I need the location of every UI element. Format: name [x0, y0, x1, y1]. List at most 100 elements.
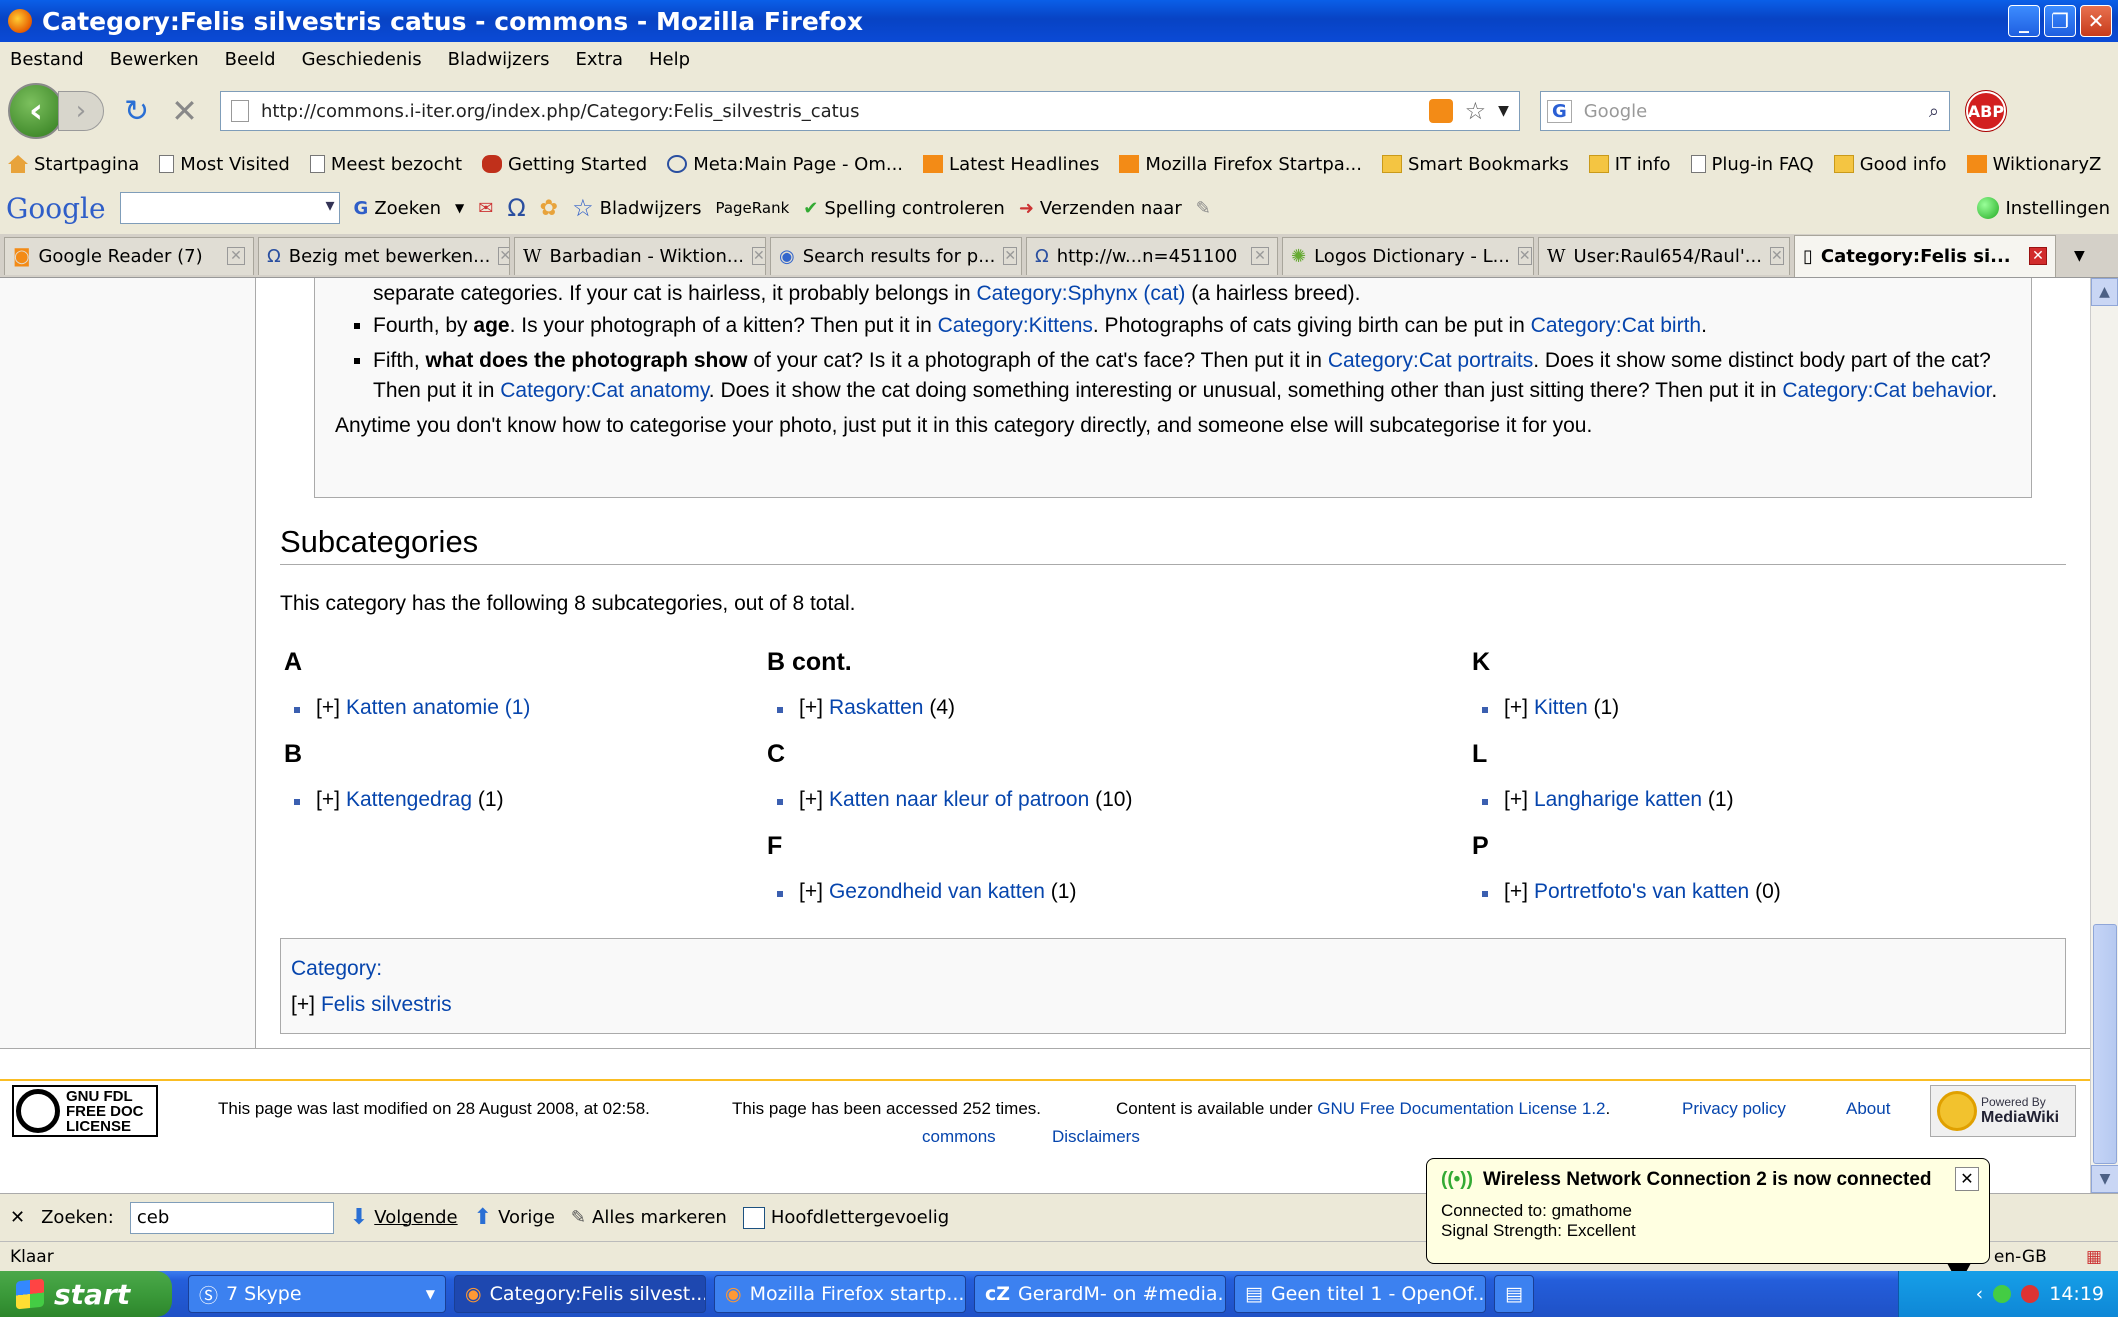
expand-toggle[interactable]: [+]	[799, 696, 823, 720]
tab-close-icon[interactable]: ✕	[227, 247, 245, 265]
find-input[interactable]: ceb	[129, 1201, 334, 1234]
subcategory-link[interactable]: Raskatten	[829, 696, 924, 720]
menu-bladwijzers[interactable]: Bladwijzers	[448, 49, 550, 70]
menu-extra[interactable]: Extra	[575, 49, 623, 70]
bookmark-star-icon[interactable]: ☆	[1465, 97, 1487, 125]
dropdown-icon[interactable]: ▼	[455, 201, 464, 215]
start-button[interactable]: start	[0, 1271, 172, 1317]
clock[interactable]: 14:19	[2049, 1283, 2104, 1305]
tab[interactable]: W User:Raul654/Raul'... ✕	[1538, 236, 1790, 275]
spellcheck-button[interactable]: ✔ Spelling controleren	[803, 198, 1005, 219]
tab-close-icon[interactable]: ✕	[1769, 247, 1784, 265]
bookmark-item[interactable]: WiktionaryZ	[1966, 154, 2101, 175]
findbar-close-icon[interactable]: ✕	[10, 1207, 25, 1228]
subcategory-link[interactable]: Langharige katten	[1534, 788, 1702, 812]
menu-bewerken[interactable]: Bewerken	[110, 49, 199, 70]
gnu-fdl-logo[interactable]: GNU FDL FREE DOC LICENSE	[12, 1085, 158, 1137]
url-text[interactable]: http://commons.i-iter.org/index.php/Cate…	[261, 101, 860, 122]
commons-link[interactable]: commons	[922, 1127, 996, 1147]
bookmark-item[interactable]: Smart Bookmarks	[1381, 154, 1569, 175]
expand-toggle[interactable]: [+]	[799, 788, 823, 812]
cat-portraits-link[interactable]: Category:Cat portraits	[1328, 349, 1533, 372]
meta-wiki-icon[interactable]: Ω	[507, 194, 525, 222]
bookmark-item[interactable]: Most Visited	[159, 154, 290, 175]
highlight-all-button[interactable]: ✎ Alles markeren	[571, 1207, 727, 1228]
reload-icon[interactable]: ↻	[124, 94, 149, 129]
taskbar-item-active[interactable]: ◉ Category:Felis silvest...	[454, 1275, 706, 1313]
tab-close-icon[interactable]: ✕	[2029, 247, 2047, 265]
tab-list-dropdown-icon[interactable]: ▼	[2074, 248, 2085, 264]
tab-close-icon[interactable]: ✕	[1517, 247, 1532, 265]
disclaimers-link[interactable]: Disclaimers	[1052, 1127, 1140, 1147]
about-link[interactable]: About	[1846, 1099, 1890, 1119]
expand-toggle[interactable]: [+]	[291, 993, 315, 1016]
bookmark-item[interactable]: Latest Headlines	[923, 154, 1099, 175]
puzzle-icon[interactable]: ✿	[540, 196, 558, 221]
expand-toggle[interactable]: [+]	[1504, 880, 1528, 904]
search-bar[interactable]: G Google ⌕	[1539, 91, 1950, 131]
expand-toggle[interactable]: [+]	[1504, 696, 1528, 720]
highlighter-icon[interactable]: ✎	[1196, 198, 1211, 219]
bookmark-item[interactable]: Startpagina	[8, 154, 139, 175]
stop-icon[interactable]: ✕	[171, 92, 198, 130]
bookmark-item[interactable]: Meest bezocht	[309, 154, 462, 175]
subcategory-link[interactable]: Kitten	[1534, 696, 1588, 720]
kittens-link[interactable]: Category:Kittens	[938, 314, 1093, 337]
expand-toggle[interactable]: [+]	[1504, 788, 1528, 812]
tab-close-icon[interactable]: ✕	[498, 247, 509, 265]
scrollbar-thumb[interactable]	[2093, 924, 2117, 1164]
subcategory-link[interactable]: Katten naar kleur of patroon	[829, 788, 1089, 812]
find-next-button[interactable]: ⬇ Volgende	[350, 1205, 458, 1230]
tab[interactable]: W Barbadian - Wiktion... ✕	[514, 236, 766, 275]
google-bookmarks-button[interactable]: ☆ Bladwijzers	[572, 194, 701, 222]
send-to-button[interactable]: ➜ Verzenden naar	[1019, 198, 1182, 219]
taskbar-item[interactable]: Ⓢ 7 Skype ▼	[188, 1275, 446, 1313]
back-button[interactable]: ‹	[8, 83, 64, 139]
network-icon[interactable]	[1993, 1285, 2012, 1303]
search-placeholder[interactable]: Google	[1584, 101, 1647, 122]
expand-toggle[interactable]: [+]	[799, 880, 823, 904]
match-case-toggle[interactable]: Hoofdlettergevoelig	[742, 1206, 949, 1229]
bookmark-item[interactable]: Meta:Main Page - Om...	[667, 154, 903, 175]
tab[interactable]: ✺ Logos Dictionary - L... ✕	[1282, 236, 1534, 275]
google-logo[interactable]: Google	[6, 192, 106, 225]
close-button[interactable]: ✕	[2080, 5, 2112, 37]
minimize-button[interactable]: _	[2008, 5, 2040, 37]
url-bar[interactable]: http://commons.i-iter.org/index.php/Cate…	[219, 91, 1520, 131]
menu-bestand[interactable]: Bestand	[10, 49, 84, 70]
forward-button[interactable]: ›	[58, 91, 104, 131]
tab[interactable]: Ω Bezig met bewerken... ✕	[258, 236, 510, 275]
expand-toggle[interactable]: [+]	[316, 696, 340, 720]
subcategory-link[interactable]: Portretfoto's van katten	[1534, 880, 1749, 904]
find-input-value[interactable]: ceb	[137, 1207, 169, 1228]
tab-close-icon[interactable]: ✕	[752, 247, 765, 265]
subcategory-link[interactable]: Kattengedrag	[346, 788, 472, 812]
restore-button[interactable]: ❐	[2044, 5, 2076, 37]
security-icon[interactable]	[2021, 1285, 2040, 1303]
adblock-plus-icon[interactable]: ABP	[1964, 90, 2007, 132]
powered-by-mediawiki-badge[interactable]: Powered By MediaWiki	[1930, 1085, 2076, 1137]
bookmark-item[interactable]: Mozilla Firefox Startpa...	[1119, 154, 1362, 175]
sphynx-link[interactable]: Category:Sphynx (cat)	[976, 282, 1185, 305]
menu-geschiedenis[interactable]: Geschiedenis	[302, 49, 422, 70]
search-engine-icon[interactable]: G	[1546, 99, 1572, 123]
felis-silvestris-link[interactable]: Felis silvestris	[321, 993, 452, 1016]
scroll-up-icon[interactable]: ▲	[2091, 278, 2118, 306]
subcategory-link[interactable]: Katten anatomie	[346, 696, 499, 720]
vertical-scrollbar[interactable]: ▲ ▼	[2090, 278, 2118, 1193]
privacy-policy-link[interactable]: Privacy policy	[1682, 1099, 1786, 1119]
settings-button[interactable]: Instellingen	[1977, 197, 2110, 219]
match-case-checkbox[interactable]	[742, 1206, 765, 1229]
bookmark-item[interactable]: Getting Started	[482, 154, 647, 175]
license-link[interactable]: GNU Free Documentation License 1.2	[1317, 1099, 1605, 1118]
tray-expand-icon[interactable]: ‹	[1976, 1283, 1984, 1305]
bookmark-item[interactable]: IT info	[1588, 154, 1671, 175]
cat-behavior-link[interactable]: Category:Cat behavior	[1782, 379, 1991, 402]
expand-toggle[interactable]: [+]	[316, 788, 340, 812]
taskbar-item[interactable]: ▤ Geen titel 1 - OpenOf...	[1234, 1275, 1486, 1313]
cat-birth-link[interactable]: Category:Cat birth	[1531, 314, 1701, 337]
bookmark-item[interactable]: Good info	[1833, 154, 1947, 175]
menu-help[interactable]: Help	[649, 49, 690, 70]
category-label-link[interactable]: Category:	[291, 951, 2055, 987]
search-go-icon[interactable]: ⌕	[1929, 101, 1939, 122]
